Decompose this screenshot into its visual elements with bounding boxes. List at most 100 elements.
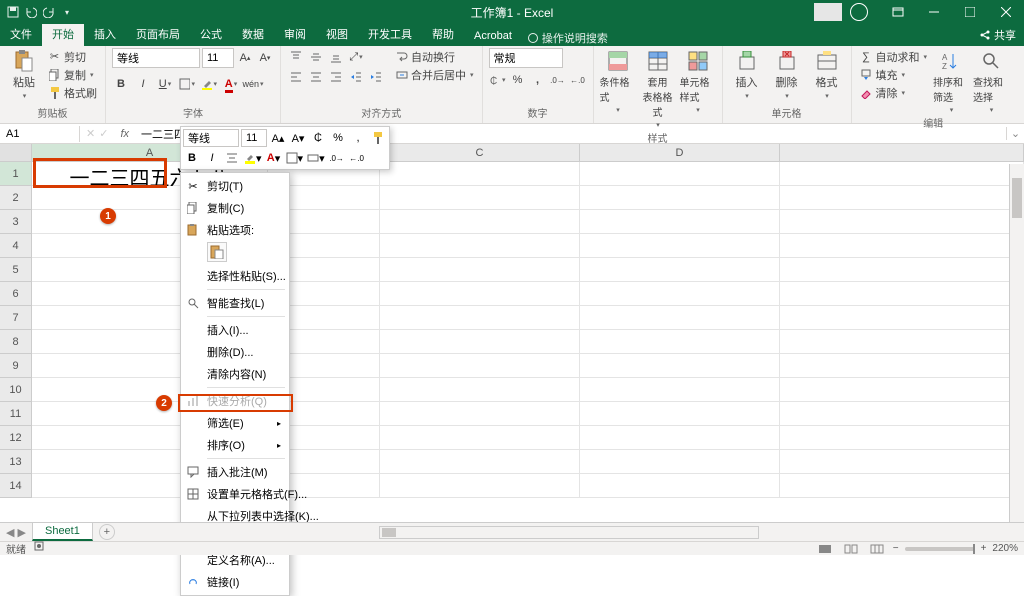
cell-C1[interactable] xyxy=(380,162,580,186)
cell-D4[interactable] xyxy=(580,234,780,258)
conditional-format-button[interactable]: 条件格式▾ xyxy=(600,48,636,114)
redo-icon[interactable] xyxy=(42,5,56,19)
cell-rest-10[interactable] xyxy=(780,378,1024,402)
mini-font-size[interactable] xyxy=(241,129,267,147)
cell-rest-8[interactable] xyxy=(780,330,1024,354)
mini-dec-decimal-icon[interactable]: ←.0 xyxy=(348,149,366,167)
autosum-button[interactable]: ∑自动求和▾ xyxy=(858,48,930,65)
mini-fill-color-icon[interactable]: ▾ xyxy=(243,149,263,167)
align-center-icon[interactable] xyxy=(307,68,325,86)
cell-D13[interactable] xyxy=(580,450,780,474)
cell-C11[interactable] xyxy=(380,402,580,426)
maximize-button[interactable] xyxy=(952,0,988,24)
fill-button[interactable]: 填充▾ xyxy=(858,66,930,83)
phonetic-button[interactable]: wén▾ xyxy=(244,75,262,93)
tab-insert[interactable]: 插入 xyxy=(84,23,126,46)
decrease-decimal-icon[interactable]: ←.0 xyxy=(569,71,587,89)
tab-view[interactable]: 视图 xyxy=(316,23,358,46)
horizontal-scrollbar[interactable] xyxy=(115,526,1024,539)
vscroll-thumb[interactable] xyxy=(1012,178,1022,218)
row-header-5[interactable]: 5 xyxy=(0,258,32,282)
bold-button[interactable]: B xyxy=(112,75,130,93)
mini-comma-icon[interactable]: , xyxy=(349,129,367,147)
tab-help[interactable]: 帮助 xyxy=(422,23,464,46)
format-cells-button[interactable]: 格式▾ xyxy=(809,48,845,100)
row-header-7[interactable]: 7 xyxy=(0,306,32,330)
cell-D11[interactable] xyxy=(580,402,780,426)
tab-review[interactable]: 审阅 xyxy=(274,23,316,46)
cell-D5[interactable] xyxy=(580,258,780,282)
mini-align-icon[interactable] xyxy=(223,149,241,167)
ctx-clear[interactable]: 清除内容(N) xyxy=(181,363,289,385)
mini-percent-icon[interactable]: % xyxy=(329,129,347,147)
cell-D6[interactable] xyxy=(580,282,780,306)
insert-cells-button[interactable]: 插入▾ xyxy=(729,48,765,100)
format-as-table-button[interactable]: 套用 表格格式▾ xyxy=(640,48,676,129)
cell-D1[interactable] xyxy=(580,162,780,186)
mini-border-icon[interactable]: ▾ xyxy=(285,149,305,167)
cell-C7[interactable] xyxy=(380,306,580,330)
row-header-9[interactable]: 9 xyxy=(0,354,32,378)
cell-D3[interactable] xyxy=(580,210,780,234)
view-normal-icon[interactable] xyxy=(815,543,835,555)
cell-rest-1[interactable] xyxy=(780,162,1024,186)
ctx-format-cells[interactable]: 设置单元格格式(F)... xyxy=(181,483,289,505)
zoom-slider[interactable] xyxy=(905,547,975,551)
underline-button[interactable]: U▾ xyxy=(156,75,174,93)
tell-me-search[interactable]: 操作说明搜索 xyxy=(528,30,608,46)
row-header-3[interactable]: 3 xyxy=(0,210,32,234)
sheet-nav[interactable]: ◀ ▶ xyxy=(0,526,32,539)
sort-filter-button[interactable]: AZ排序和筛选▾ xyxy=(933,48,969,114)
row-header-13[interactable]: 13 xyxy=(0,450,32,474)
close-button[interactable] xyxy=(988,0,1024,24)
find-select-button[interactable]: 查找和选择▾ xyxy=(973,48,1009,114)
col-header-rest[interactable] xyxy=(780,144,1024,161)
font-color-button[interactable]: A▾ xyxy=(222,75,240,93)
wrap-text-button[interactable]: 自动换行 xyxy=(393,48,476,65)
cell-C2[interactable] xyxy=(380,186,580,210)
mini-decrease-font-icon[interactable]: A▾ xyxy=(289,129,307,147)
row-header-8[interactable]: 8 xyxy=(0,330,32,354)
clear-button[interactable]: 清除▾ xyxy=(858,84,930,101)
ctx-copy[interactable]: 复制(C) xyxy=(181,197,289,219)
sheet-tab-1[interactable]: Sheet1 xyxy=(32,522,93,541)
tab-data[interactable]: 数据 xyxy=(232,23,274,46)
copy-button[interactable]: 复制▾ xyxy=(46,66,99,83)
tab-formulas[interactable]: 公式 xyxy=(190,23,232,46)
cell-rest-11[interactable] xyxy=(780,402,1024,426)
ctx-sort[interactable]: 排序(O)▸ xyxy=(181,434,289,456)
cell-rest-3[interactable] xyxy=(780,210,1024,234)
row-header-6[interactable]: 6 xyxy=(0,282,32,306)
comma-format-icon[interactable]: , xyxy=(529,71,547,89)
add-sheet-button[interactable]: + xyxy=(99,524,115,540)
decrease-font-icon[interactable]: A▾ xyxy=(256,49,274,67)
cell-C8[interactable] xyxy=(380,330,580,354)
enter-formula-icon[interactable]: ✓ xyxy=(99,127,108,140)
row-header-11[interactable]: 11 xyxy=(0,402,32,426)
mini-accounting-icon[interactable]: ₵ xyxy=(309,129,327,147)
mini-font-color-icon[interactable]: A▾ xyxy=(265,149,283,167)
cell-rest-4[interactable] xyxy=(780,234,1024,258)
cell-C13[interactable] xyxy=(380,450,580,474)
ctx-paste-special[interactable]: 选择性粘贴(S)... xyxy=(181,265,289,287)
cell-C14[interactable] xyxy=(380,474,580,498)
merge-button[interactable]: 合并后居中▾ xyxy=(393,66,476,83)
name-box[interactable]: A1 xyxy=(0,126,80,142)
tab-home[interactable]: 开始 xyxy=(42,23,84,46)
row-header-1[interactable]: 1 xyxy=(0,162,32,186)
zoom-in-icon[interactable]: + xyxy=(981,543,987,554)
vertical-scrollbar[interactable] xyxy=(1009,164,1024,522)
cell-D9[interactable] xyxy=(580,354,780,378)
cell-C12[interactable] xyxy=(380,426,580,450)
ctx-link[interactable]: 链接(I) xyxy=(181,571,289,593)
italic-button[interactable]: I xyxy=(134,75,152,93)
select-all-corner[interactable] xyxy=(0,144,32,161)
col-header-D[interactable]: D xyxy=(580,144,780,161)
align-top-icon[interactable] xyxy=(287,48,305,66)
align-right-icon[interactable] xyxy=(327,68,345,86)
cell-C6[interactable] xyxy=(380,282,580,306)
ctx-insert[interactable]: 插入(I)... xyxy=(181,319,289,341)
tab-page-layout[interactable]: 页面布局 xyxy=(126,23,190,46)
cell-D2[interactable] xyxy=(580,186,780,210)
row-header-12[interactable]: 12 xyxy=(0,426,32,450)
